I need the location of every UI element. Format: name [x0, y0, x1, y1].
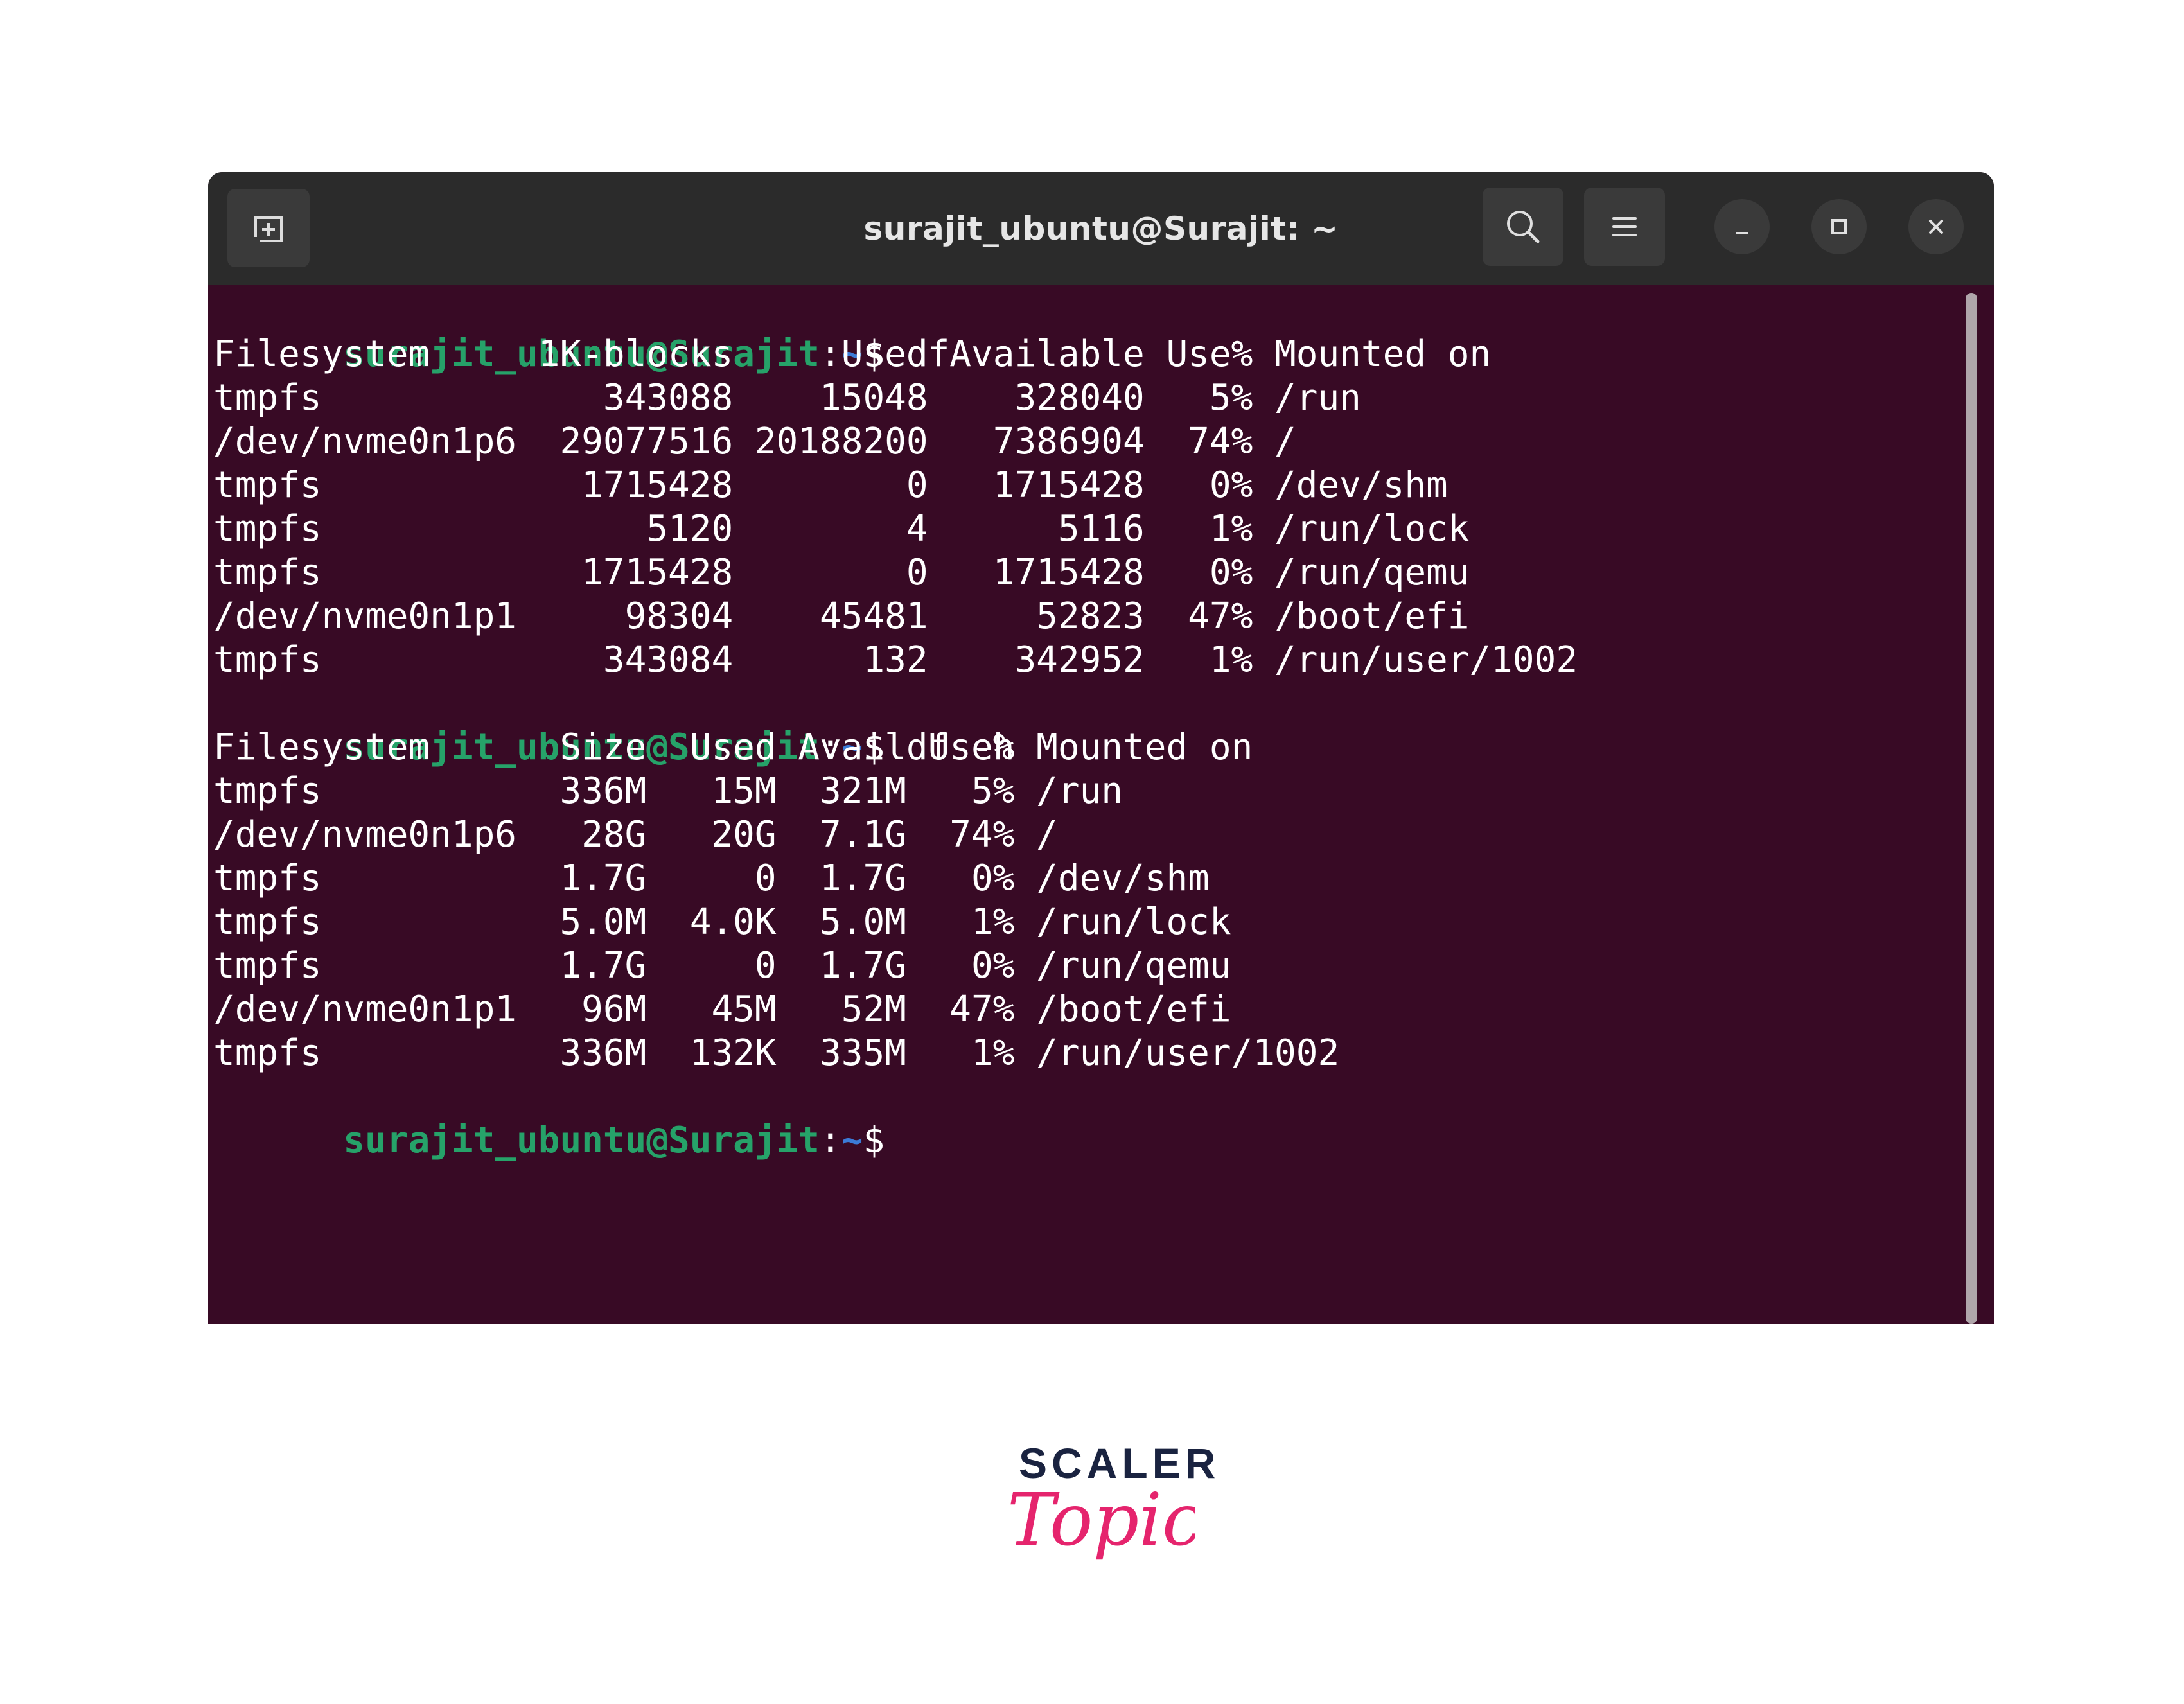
prompt-line: surajit_ubuntu@Surajit:~$ df: [213, 289, 949, 333]
output-line: tmpfs 5120 4 5116 1% /run/lock: [213, 507, 1469, 551]
new-tab-button[interactable]: [227, 189, 310, 267]
output-line: tmpfs 336M 15M 321M 5% /run: [213, 769, 1123, 813]
close-button[interactable]: [1908, 199, 1964, 254]
output-line: tmpfs 1.7G 0 1.7G 0% /dev/shm: [213, 857, 1210, 900]
terminal-output[interactable]: surajit_ubuntu@Surajit:~$ df Filesystem …: [213, 285, 1960, 1324]
search-button[interactable]: [1483, 188, 1563, 266]
logo-brand-text: SCALER: [1019, 1439, 1220, 1488]
menu-button[interactable]: [1584, 188, 1665, 266]
maximize-button[interactable]: [1811, 199, 1867, 254]
output-line: /dev/nvme0n1p1 96M 45M 52M 47% /boot/efi: [213, 988, 1231, 1032]
output-line: /dev/nvme0n1p1 98304 45481 52823 47% /bo…: [213, 595, 1469, 638]
prompt-line: surajit_ubuntu@Surajit:~$ df -h: [213, 682, 1014, 726]
terminal-window: surajit_ubuntu@Surajit: ~: [208, 172, 1994, 1324]
output-line: tmpfs 1715428 0 1715428 0% /dev/shm: [213, 464, 1448, 507]
output-line: tmpfs 343088 15048 328040 5% /run: [213, 376, 1361, 420]
prompt-dollar: $: [863, 1120, 885, 1161]
prompt-colon: :: [820, 1120, 841, 1161]
prompt-path: ~: [841, 1120, 863, 1161]
scrollbar-thumb[interactable]: [1966, 293, 1977, 1324]
title-bar: surajit_ubuntu@Surajit: ~: [208, 172, 1994, 285]
scaler-topics-logo: SCALER Topics: [1002, 1439, 1195, 1599]
maximize-icon: [1826, 214, 1852, 240]
minimize-button[interactable]: [1714, 199, 1770, 254]
output-line: tmpfs 5.0M 4.0K 5.0M 1% /run/lock: [213, 900, 1231, 944]
output-line: Filesystem Size Used Avail Use% Mounted …: [213, 726, 1253, 769]
output-line: tmpfs 343084 132 342952 1% /run/user/100…: [213, 638, 1578, 682]
search-icon: [1503, 207, 1543, 247]
output-line: Filesystem 1K-blocks Used Available Use%…: [213, 333, 1491, 376]
output-line: /dev/nvme0n1p6 28G 20G 7.1G 74% /: [213, 813, 1058, 857]
page: { "window": { "title": "surajit_ubuntu@S…: [0, 0, 2184, 1704]
prompt-line: surajit_ubuntu@Surajit:~$: [213, 1075, 885, 1119]
minimize-icon: [1729, 214, 1755, 240]
output-line: tmpfs 1715428 0 1715428 0% /run/qemu: [213, 551, 1469, 595]
logo-topics-script: Topics: [1002, 1484, 1195, 1599]
hamburger-menu-icon: [1608, 211, 1641, 243]
close-icon: [1923, 214, 1949, 240]
output-line: tmpfs 1.7G 0 1.7G 0% /run/qemu: [213, 944, 1231, 988]
prompt-user-host: surajit_ubuntu@Surajit: [343, 1120, 820, 1161]
logo-sub-text: Topics: [1007, 1484, 1195, 1562]
scrollbar[interactable]: [1966, 288, 1981, 1324]
output-line: /dev/nvme0n1p6 29077516 20188200 7386904…: [213, 420, 1296, 464]
output-line: tmpfs 336M 132K 335M 1% /run/user/1002: [213, 1032, 1339, 1075]
new-tab-icon: [249, 209, 288, 247]
